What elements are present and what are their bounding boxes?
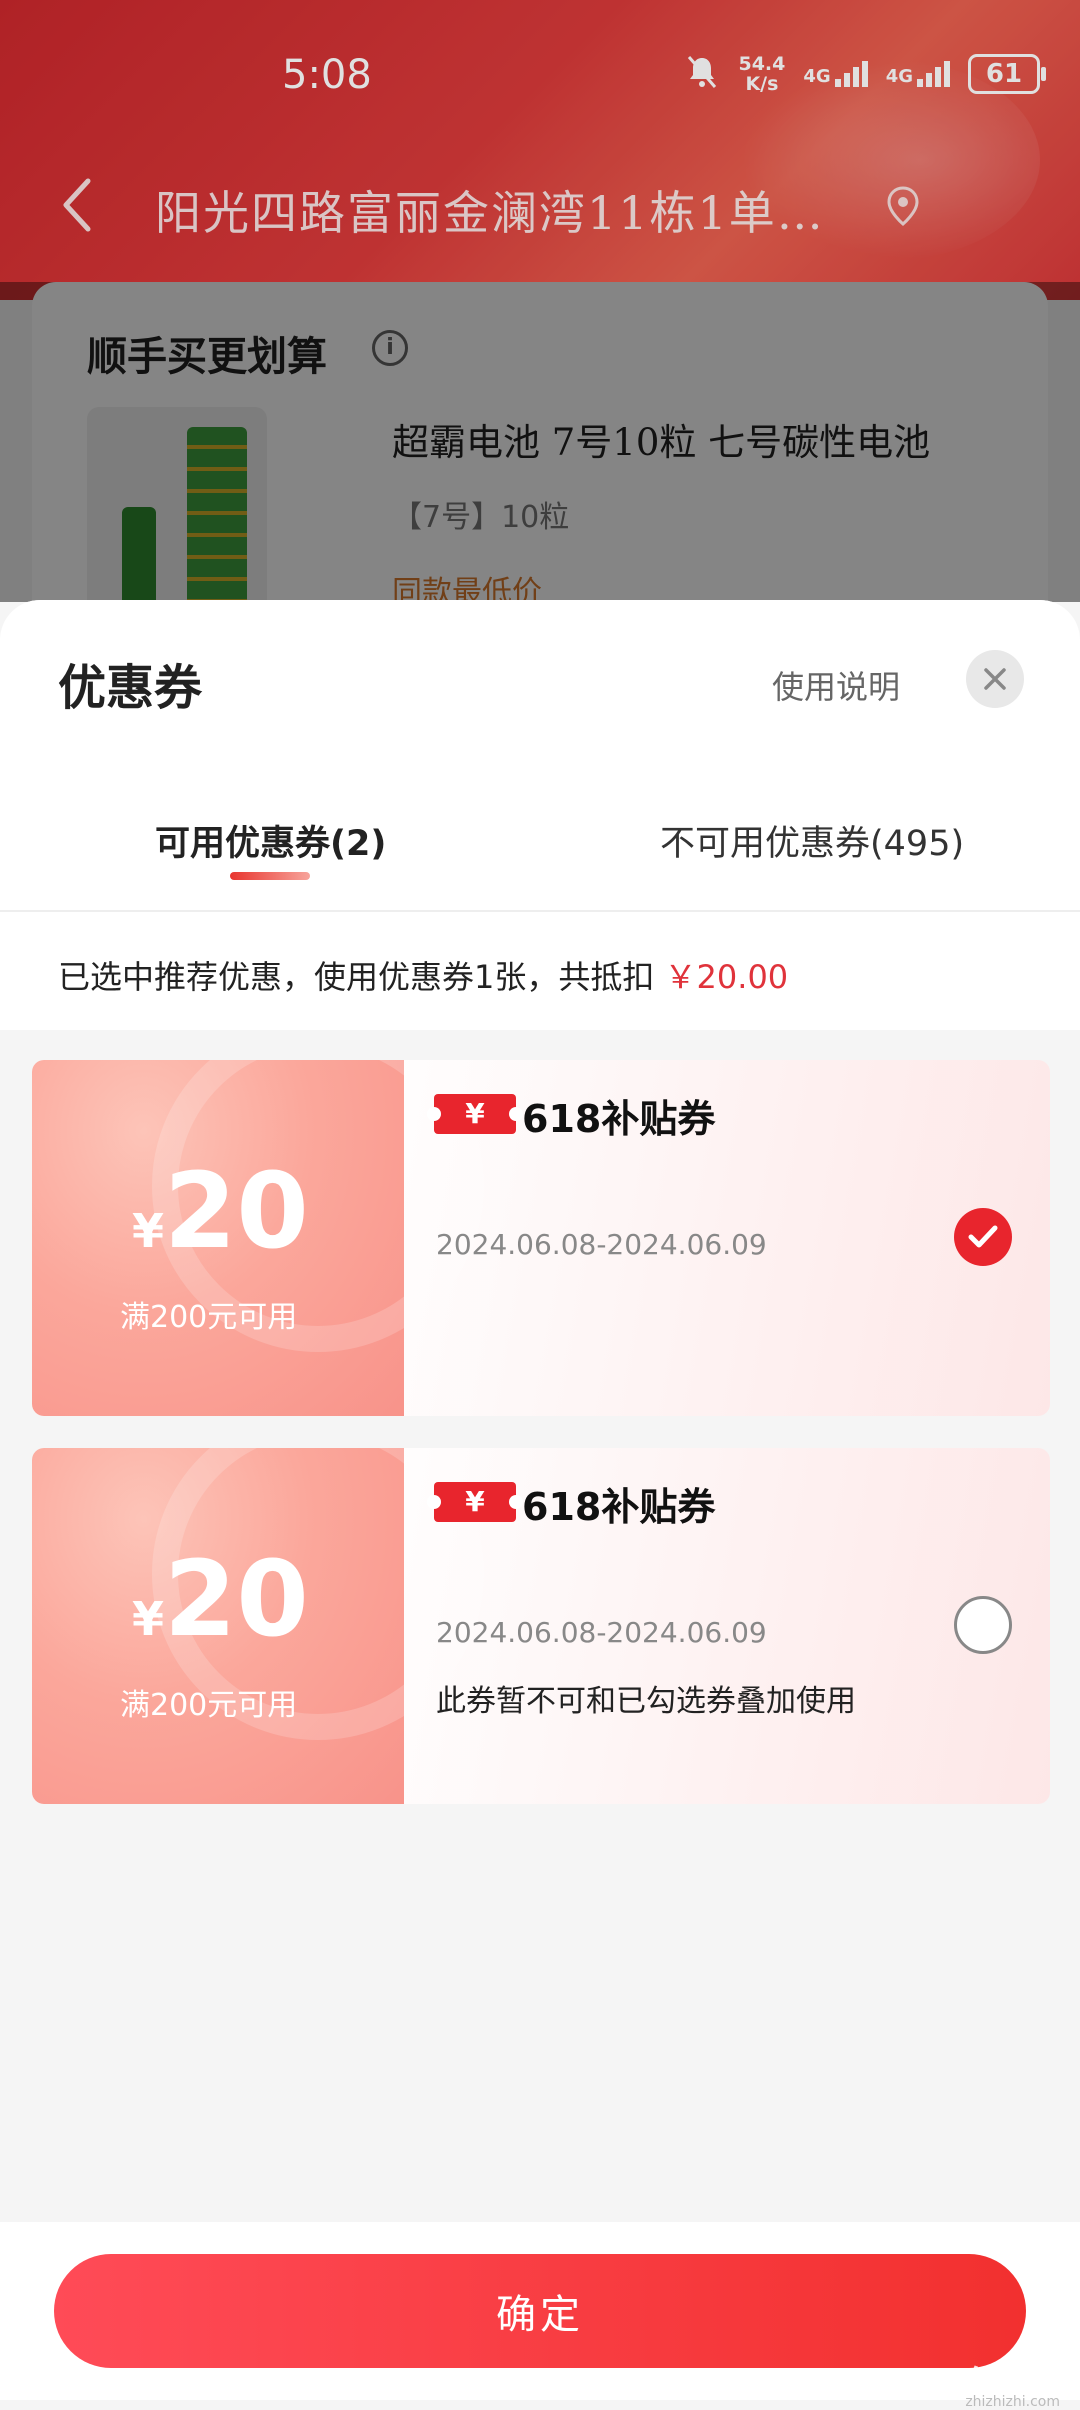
close-button[interactable] bbox=[966, 650, 1024, 708]
coupon-currency: ¥ bbox=[132, 1592, 165, 1646]
close-icon bbox=[984, 668, 1006, 690]
confirm-bar: 确定 bbox=[0, 2222, 1080, 2400]
coupon-card[interactable]: ¥20 满200元可用 ¥ 618补贴券 2024.06.08-2024.06.… bbox=[32, 1448, 1050, 1804]
overlay-mask[interactable] bbox=[0, 282, 1080, 602]
coupon-sheet: 优惠券 使用说明 可用优惠券(2) 不可用优惠券(495) 已选中推荐优惠，使用… bbox=[0, 600, 1080, 2400]
coupon-condition: 满200元可用 bbox=[120, 1688, 298, 1723]
sheet-header: 优惠券 使用说明 可用优惠券(2) 不可用优惠券(495) bbox=[0, 600, 1080, 910]
confirm-button[interactable]: 确定 bbox=[54, 2254, 1026, 2368]
coupon-price: ¥20 bbox=[132, 1538, 309, 1660]
coupon-checkbox-unchecked[interactable] bbox=[954, 1596, 1012, 1654]
coupon-price: ¥20 bbox=[132, 1150, 309, 1272]
coupon-card[interactable]: ¥20 满200元可用 ¥ 618补贴券 2024.06.08-2024.06.… bbox=[32, 1060, 1050, 1416]
watermark-site: zhizhizhi.com bbox=[965, 2394, 1060, 2410]
selection-summary: 已选中推荐优惠，使用优惠券1张，共抵扣 ￥20.00 bbox=[0, 912, 1080, 1030]
coupon-date-range: 2024.06.08-2024.06.09 bbox=[436, 1616, 767, 1649]
usage-instructions-link[interactable]: 使用说明 bbox=[772, 662, 900, 708]
coupon-name: 618补贴券 bbox=[522, 1097, 716, 1141]
active-tab-indicator bbox=[230, 872, 310, 880]
tab-available-coupons[interactable]: 可用优惠券(2) bbox=[155, 815, 386, 866]
coupon-tag-badge: ¥ bbox=[427, 1094, 523, 1134]
summary-text: 已选中推荐优惠，使用优惠券1张，共抵扣 bbox=[58, 958, 655, 996]
coupon-value: 20 bbox=[164, 1538, 309, 1660]
coupon-date-range: 2024.06.08-2024.06.09 bbox=[436, 1228, 767, 1261]
coupon-value-panel: ¥20 满200元可用 bbox=[32, 1448, 484, 1804]
summary-line: 已选中推荐优惠，使用优惠券1张，共抵扣 ￥20.00 bbox=[58, 952, 788, 998]
coupon-currency: ¥ bbox=[132, 1204, 165, 1258]
coupon-condition: 满200元可用 bbox=[120, 1300, 298, 1335]
tab-unavailable-coupons[interactable]: 不可用优惠券(495) bbox=[660, 815, 964, 866]
coupon-tag-badge: ¥ bbox=[427, 1482, 523, 1522]
overlay-mask bbox=[0, 0, 1080, 282]
coupon-value-panel: ¥20 满200元可用 bbox=[32, 1060, 484, 1416]
coupon-value: 20 bbox=[164, 1150, 309, 1272]
coupon-checkbox-checked[interactable] bbox=[954, 1208, 1012, 1266]
coupon-name: 618补贴券 bbox=[522, 1485, 716, 1529]
summary-amount: ￥20.00 bbox=[664, 958, 789, 996]
checkmark-icon bbox=[968, 1225, 998, 1248]
sheet-title: 优惠券 bbox=[58, 660, 203, 716]
coupon-note: 此券暂不可和已勾选券叠加使用 bbox=[436, 1684, 856, 1719]
